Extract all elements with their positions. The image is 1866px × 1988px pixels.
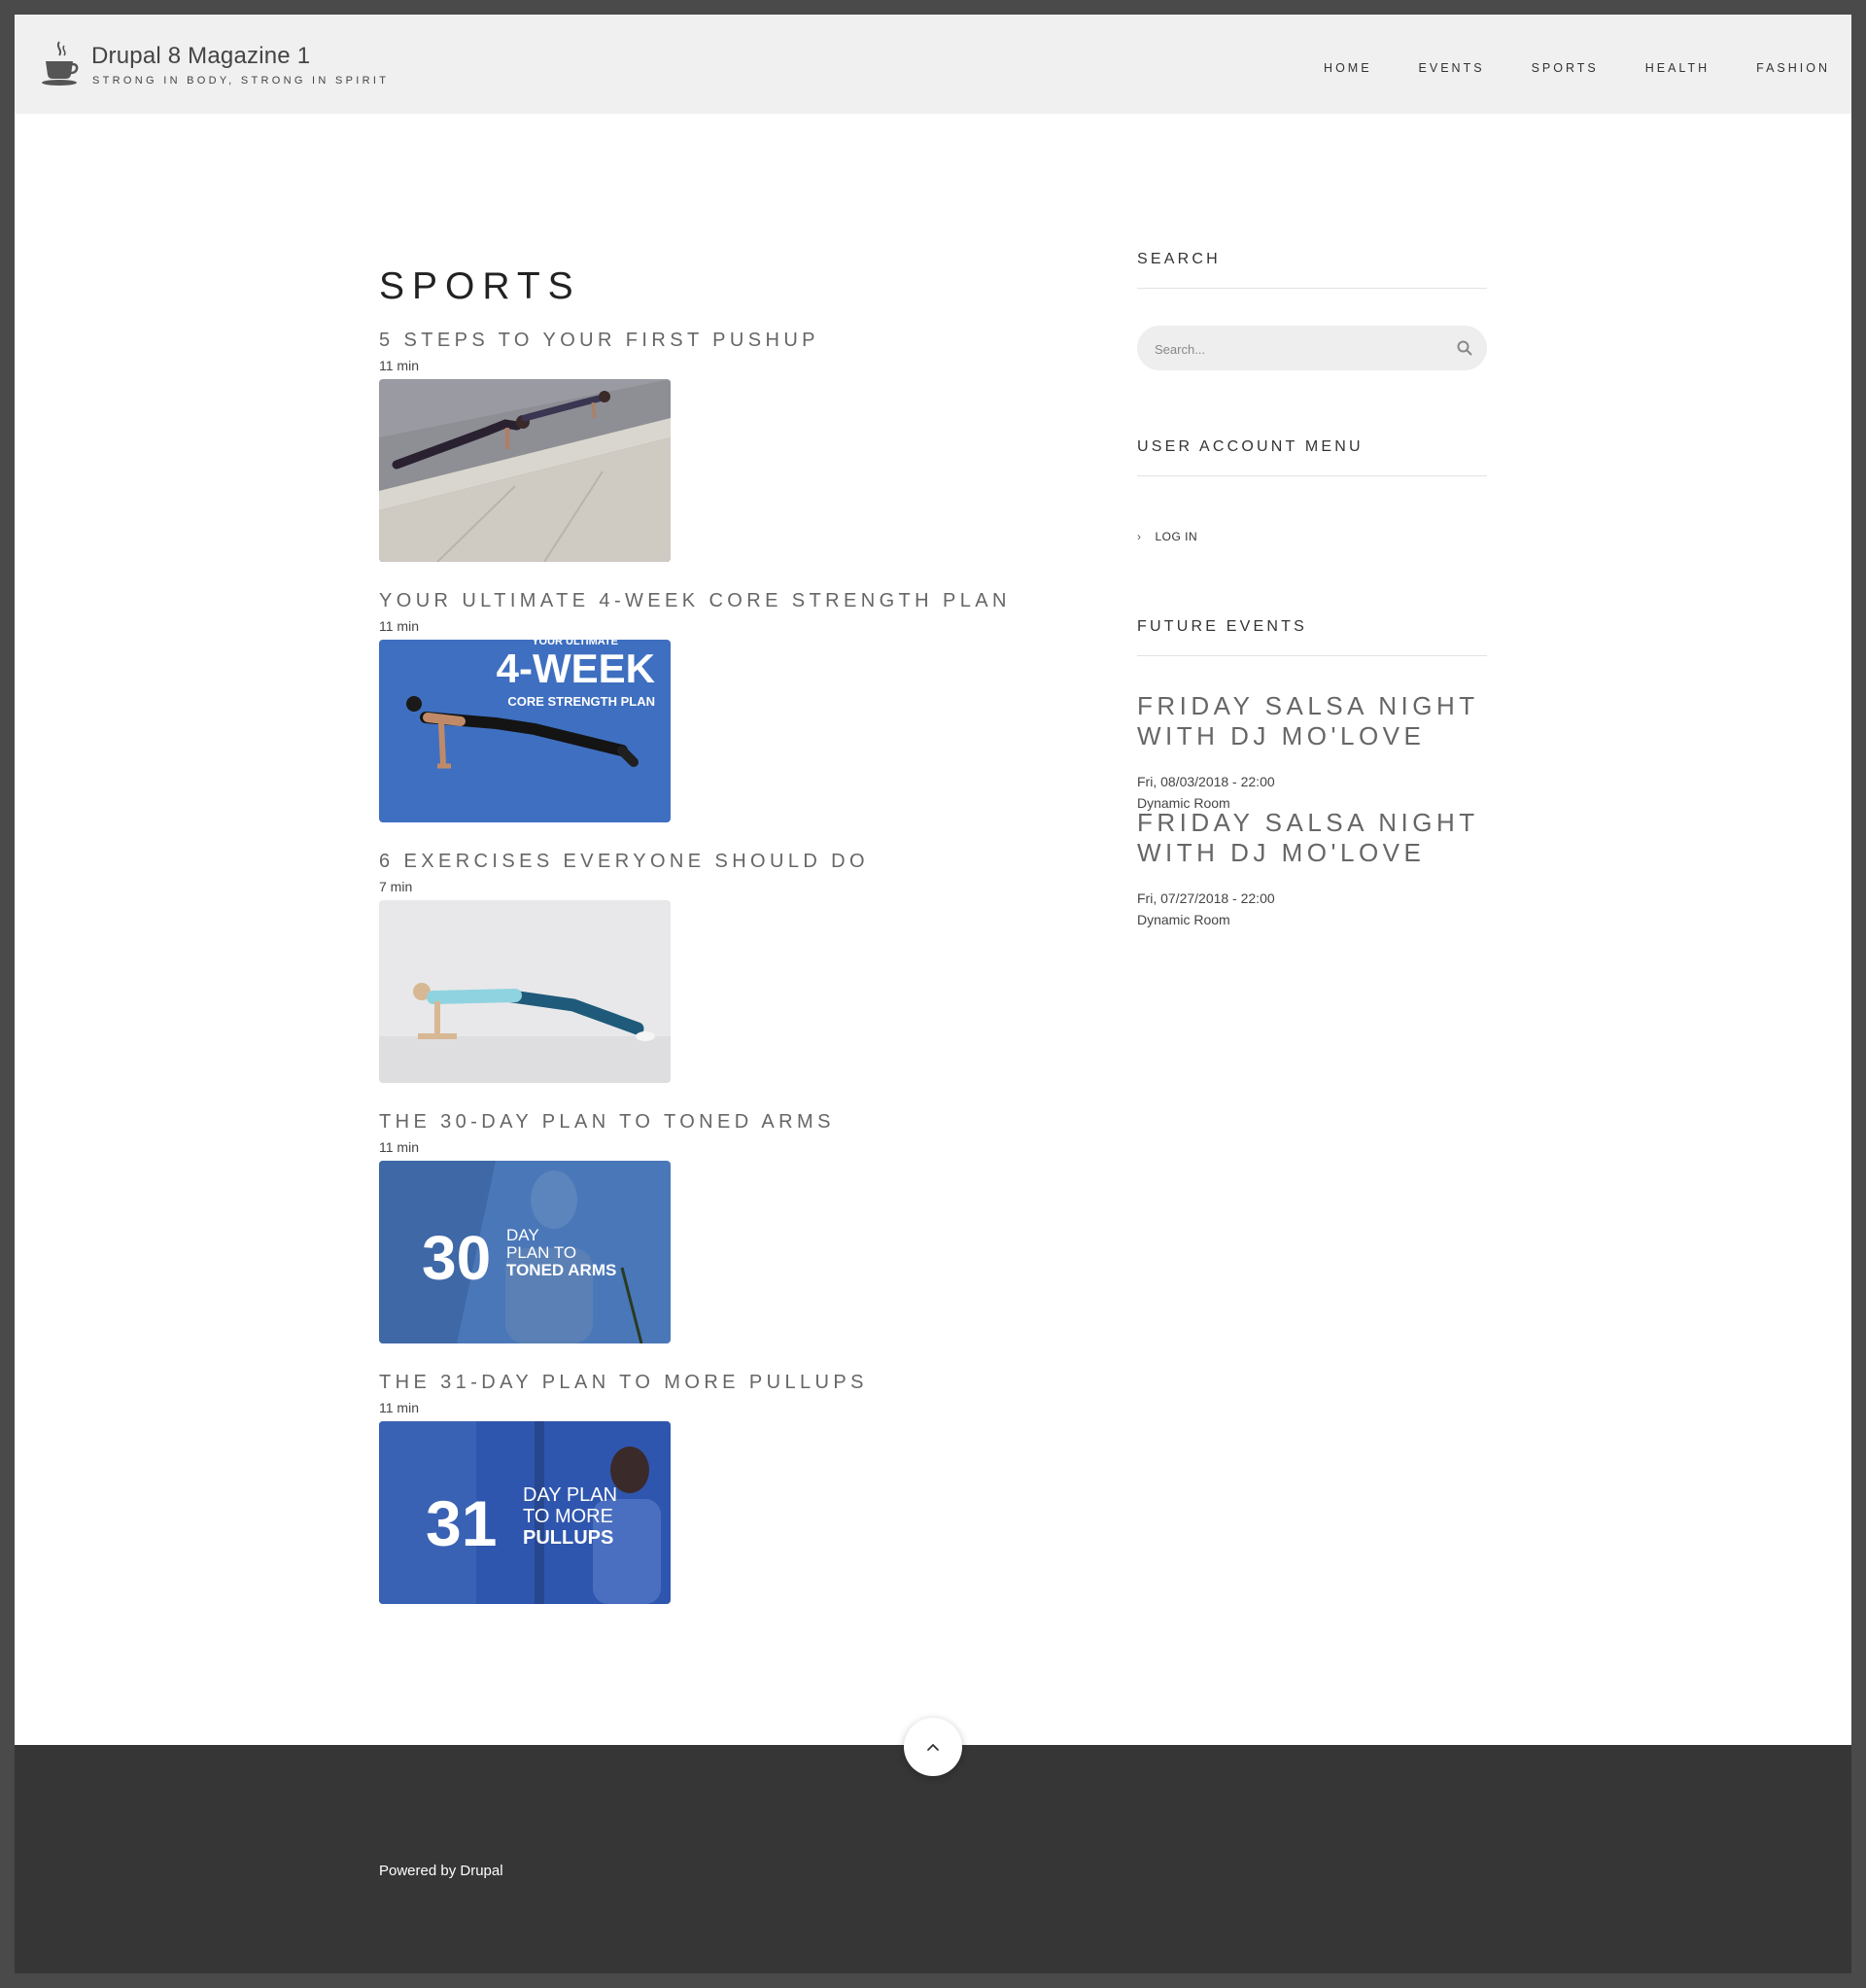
core-plan-photo-icon[interactable]: YOUR ULTIMATE 4-WEEK CORE STRENGTH PLAN	[379, 640, 671, 822]
article-item: THE 30-DAY PLAN TO TONED ARMS 11 min 30 …	[379, 1111, 1059, 1343]
event-title[interactable]: FRIDAY SALSA NIGHT WITH DJ MO'LOVE	[1137, 808, 1487, 868]
event-item: FRIDAY SALSA NIGHT WITH DJ MO'LOVE Fri, 0…	[1137, 808, 1487, 930]
page-frame: Drupal 8 Magazine 1 STRONG IN BODY, STRO…	[15, 15, 1851, 1973]
image-caption-line1: DAY PLAN	[523, 1484, 617, 1506]
nav-sports[interactable]: SPORTS	[1532, 61, 1599, 75]
article-item: 6 EXERCISES EVERYONE SHOULD DO 7 min	[379, 851, 1059, 1083]
event-title[interactable]: FRIDAY SALSA NIGHT WITH DJ MO'LOVE	[1137, 691, 1487, 751]
event-title-line1: FRIDAY SALSA NIGHT	[1137, 691, 1479, 720]
chevron-up-icon	[927, 1743, 939, 1751]
user-menu-block-title: USER ACCOUNT MENU	[1137, 438, 1487, 476]
arms-plan-photo-icon[interactable]: 30 DAY PLAN TO TONED ARMS	[379, 1161, 671, 1343]
image-caption-sub: CORE STRENGTH PLAN	[507, 694, 655, 709]
nav-health[interactable]: HEALTH	[1645, 61, 1710, 75]
event-title-line1: FRIDAY SALSA NIGHT	[1137, 808, 1479, 837]
article-read-time: 11 min	[379, 358, 419, 373]
login-label: LOG IN	[1155, 530, 1198, 543]
search-block-title: SEARCH	[1137, 251, 1487, 289]
events-block-title: FUTURE EVENTS	[1137, 618, 1487, 656]
image-caption-line3: TONED ARMS	[506, 1261, 616, 1279]
article-read-time: 7 min	[379, 879, 413, 894]
pullups-plan-photo-icon[interactable]: 31 DAY PLAN TO MORE PULLUPS	[379, 1421, 671, 1604]
article-read-time: 11 min	[379, 618, 419, 634]
event-date: Fri, 08/03/2018 - 22:00	[1137, 774, 1275, 789]
nav-home[interactable]: HOME	[1324, 61, 1372, 75]
plank-photo-icon[interactable]	[379, 900, 671, 1083]
article-title[interactable]: THE 30-DAY PLAN TO TONED ARMS	[379, 1111, 1059, 1134]
event-title-line2: WITH DJ MO'LOVE	[1137, 838, 1426, 867]
article-item: THE 31-DAY PLAN TO MORE PULLUPS 11 min 3…	[379, 1372, 1059, 1604]
image-caption-line2: PLAN TO	[506, 1243, 576, 1262]
search-box	[1137, 326, 1487, 372]
chevron-right-icon: ›	[1137, 530, 1142, 543]
event-room: Dynamic Room	[1137, 912, 1230, 927]
powered-by-link[interactable]: Powered by Drupal	[379, 1863, 503, 1879]
event-date: Fri, 07/27/2018 - 22:00	[1137, 890, 1275, 906]
article-title[interactable]: YOUR ULTIMATE 4-WEEK CORE STRENGTH PLAN	[379, 590, 1059, 612]
search-input[interactable]	[1153, 326, 1448, 372]
image-caption-line2: TO MORE	[523, 1506, 613, 1527]
image-caption-big: 4-WEEK	[497, 645, 655, 691]
pushup-photo-icon[interactable]	[379, 379, 671, 562]
site-header: Drupal 8 Magazine 1 STRONG IN BODY, STRO…	[15, 15, 1851, 114]
article-title[interactable]: THE 31-DAY PLAN TO MORE PULLUPS	[379, 1372, 1059, 1394]
image-caption-num: 30	[422, 1223, 491, 1293]
article-item: 5 STEPS TO YOUR FIRST PUSHUP 11 min	[379, 330, 1059, 562]
article-read-time: 11 min	[379, 1139, 419, 1155]
back-to-top-button[interactable]	[904, 1718, 962, 1776]
event-item: FRIDAY SALSA NIGHT WITH DJ MO'LOVE Fri, 0…	[1137, 691, 1487, 814]
site-name[interactable]: Drupal 8 Magazine 1	[91, 43, 310, 70]
article-title[interactable]: 5 STEPS TO YOUR FIRST PUSHUP	[379, 330, 1059, 352]
main-nav: HOME EVENTS SPORTS HEALTH FASHION	[1277, 61, 1830, 75]
article-item: YOUR ULTIMATE 4-WEEK CORE STRENGTH PLAN …	[379, 590, 1059, 822]
login-link[interactable]: › LOG IN	[1137, 530, 1197, 543]
image-caption-line3: PULLUPS	[523, 1527, 613, 1549]
image-caption-num: 31	[426, 1487, 497, 1559]
site-footer: Powered by Drupal	[15, 1745, 1851, 1973]
page-title: SPORTS	[379, 265, 581, 307]
image-caption-line1: DAY	[506, 1226, 539, 1244]
event-title-line2: WITH DJ MO'LOVE	[1137, 721, 1426, 750]
site-slogan: STRONG IN BODY, STRONG IN SPIRIT	[92, 75, 390, 87]
coffee-cup-logo-icon[interactable]	[40, 40, 79, 87]
article-read-time: 11 min	[379, 1400, 419, 1415]
article-title[interactable]: 6 EXERCISES EVERYONE SHOULD DO	[379, 851, 1059, 873]
nav-events[interactable]: EVENTS	[1419, 61, 1485, 75]
nav-fashion[interactable]: FASHION	[1756, 61, 1830, 75]
search-icon[interactable]	[1454, 337, 1475, 359]
